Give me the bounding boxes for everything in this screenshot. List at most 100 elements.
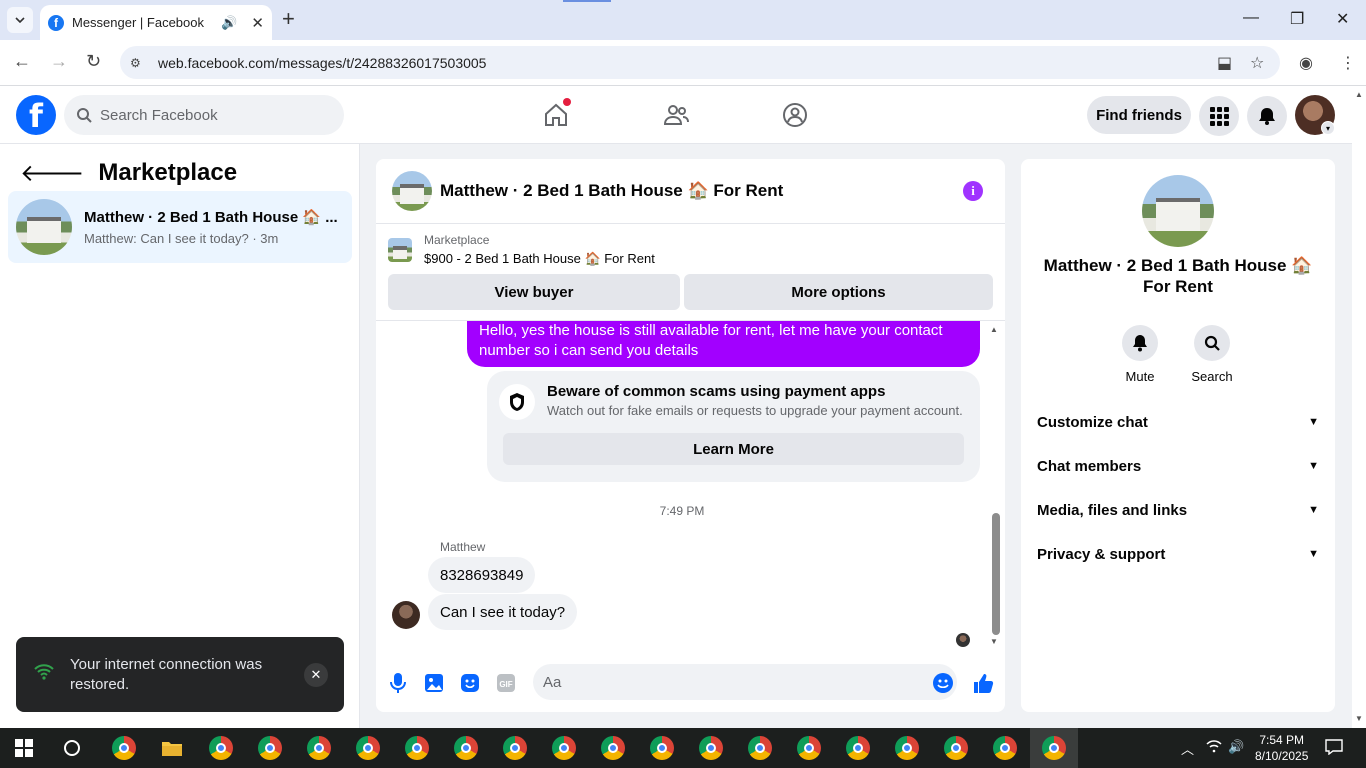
toast-message: Your internet connection was restored. — [70, 655, 263, 693]
search-in-chat-button[interactable]: Search — [1182, 325, 1242, 384]
chrome-taskbar-icon[interactable] — [941, 733, 971, 763]
minimize-button[interactable]: — — [1243, 9, 1259, 27]
close-toast-button[interactable]: ✕ — [304, 663, 328, 687]
chevron-down-icon — [15, 17, 25, 23]
sticker-icon[interactable] — [458, 671, 482, 695]
url-text[interactable]: web.facebook.com/messages/t/242883260175… — [158, 55, 486, 71]
site-settings-icon[interactable]: ⚙ — [130, 55, 146, 71]
mute-button[interactable]: Mute — [1110, 325, 1170, 384]
voice-clip-icon[interactable] — [386, 671, 410, 695]
back-arrow-icon[interactable]: 🡐 — [20, 158, 84, 188]
scroll-down-arrow-icon[interactable]: ▼ — [990, 637, 998, 646]
notifications-button[interactable] — [1247, 96, 1287, 136]
chrome-taskbar-icon[interactable] — [990, 733, 1020, 763]
chrome-taskbar-icon[interactable] — [794, 733, 824, 763]
chat-scrollbar[interactable]: ▲ ▼ — [990, 325, 1001, 649]
chrome-taskbar-icon[interactable] — [696, 733, 726, 763]
emoji-icon[interactable] — [931, 671, 955, 695]
friends-nav-button[interactable] — [661, 100, 691, 130]
tab-search-button[interactable] — [7, 7, 33, 33]
start-button[interactable] — [9, 733, 39, 763]
clock-date: 8/10/2025 — [1255, 749, 1309, 763]
show-hidden-icons-chevron-icon[interactable]: ︿ — [1181, 739, 1194, 758]
scroll-down-arrow-icon[interactable]: ▼ — [1355, 714, 1363, 723]
new-tab-button[interactable]: + — [282, 8, 295, 30]
listing-info[interactable]: Marketplace $900 - 2 Bed 1 Bath House 🏠 … — [388, 233, 655, 267]
page-scrollbar[interactable]: ▲ ▼ — [1352, 86, 1366, 728]
chrome-taskbar-icon[interactable] — [843, 733, 873, 763]
chrome-taskbar-icon[interactable] — [206, 733, 236, 763]
view-buyer-button[interactable]: View buyer — [388, 274, 680, 310]
close-window-button[interactable]: ✕ — [1336, 9, 1349, 29]
scroll-up-arrow-icon[interactable]: ▲ — [1355, 90, 1363, 99]
chrome-taskbar-icon[interactable] — [598, 733, 628, 763]
section-label: Media, files and links — [1037, 501, 1188, 519]
chrome-taskbar-icon[interactable] — [255, 733, 285, 763]
chat-house-thumbnail[interactable] — [392, 171, 432, 211]
chrome-taskbar-icon-active[interactable] — [1030, 728, 1078, 768]
system-clock[interactable]: 7:54 PM 8/10/2025 — [1255, 732, 1308, 764]
message-input-box[interactable] — [533, 664, 957, 700]
speaker-icon[interactable]: 🔊 — [221, 15, 237, 31]
groups-nav-button[interactable] — [780, 100, 810, 130]
learn-more-button[interactable]: Learn More — [503, 433, 964, 465]
menu-kebab-icon[interactable]: ⋮ — [1340, 53, 1356, 73]
info-icon[interactable]: i — [963, 181, 983, 201]
privacy-support-section[interactable]: Privacy & support ▼ — [1037, 542, 1319, 566]
forward-button[interactable]: → — [50, 51, 68, 72]
file-explorer-icon[interactable] — [157, 733, 187, 763]
omnibox[interactable]: ⚙ web.facebook.com/messages/t/2428832601… — [120, 46, 1280, 79]
bookmark-star-icon[interactable]: ☆ — [1250, 53, 1264, 73]
back-button[interactable]: ← — [13, 51, 31, 72]
wifi-icon — [34, 664, 54, 685]
tab-title: Messenger | Facebook — [72, 15, 204, 30]
browser-tab-bar: f Messenger | Facebook 🔊 ✕ + — ❐ ✕ — [0, 0, 1366, 40]
chrome-taskbar-icon[interactable] — [402, 733, 432, 763]
chat-title[interactable]: Matthew · 2 Bed 1 Bath House 🏠 For Rent — [440, 181, 783, 201]
chrome-taskbar-icon[interactable] — [304, 733, 334, 763]
listing-title: $900 - 2 Bed 1 Bath House 🏠 For Rent — [424, 251, 655, 266]
browser-tab[interactable]: f Messenger | Facebook 🔊 ✕ — [40, 5, 272, 40]
chat-members-section[interactable]: Chat members ▼ — [1037, 454, 1319, 478]
media-files-links-section[interactable]: Media, files and links ▼ — [1037, 498, 1319, 522]
restore-button[interactable]: ❐ — [1290, 9, 1304, 29]
cortana-button[interactable] — [57, 733, 87, 763]
chrome-taskbar-icon[interactable] — [745, 733, 775, 763]
more-options-button[interactable]: More options — [684, 274, 993, 310]
photo-icon[interactable] — [422, 671, 446, 695]
chrome-taskbar-icon[interactable] — [892, 733, 922, 763]
sender-avatar[interactable] — [392, 601, 420, 629]
reload-button[interactable]: ↻ — [86, 51, 101, 72]
install-app-icon[interactable]: ⬓ — [1217, 53, 1232, 73]
conversation-item[interactable]: Matthew · 2 Bed 1 Bath House 🏠 ... Matth… — [8, 191, 352, 263]
find-friends-button[interactable]: Find friends — [1087, 96, 1191, 134]
network-icon[interactable] — [1206, 739, 1222, 756]
thumbs-up-icon[interactable] — [971, 671, 995, 695]
chrome-taskbar-icon[interactable] — [451, 733, 481, 763]
facebook-logo[interactable]: f — [16, 95, 56, 135]
gif-icon[interactable]: GIF — [494, 671, 518, 695]
action-center-icon[interactable] — [1325, 739, 1343, 758]
marketplace-label: Marketplace — [424, 233, 490, 247]
close-tab-icon[interactable]: ✕ — [251, 14, 264, 32]
chrome-taskbar-icon[interactable] — [549, 733, 579, 763]
home-nav-button[interactable] — [541, 98, 571, 130]
message-input[interactable] — [543, 673, 923, 691]
facebook-favicon-icon: f — [48, 14, 64, 31]
chrome-taskbar-icon[interactable] — [109, 733, 139, 763]
chevron-down-icon: ▼ — [1308, 548, 1319, 560]
menu-button[interactable] — [1199, 96, 1239, 136]
customize-chat-section[interactable]: Customize chat ▼ — [1037, 410, 1319, 434]
chrome-taskbar-icon[interactable] — [500, 733, 530, 763]
chrome-taskbar-icon[interactable] — [647, 733, 677, 763]
chrome-taskbar-icon[interactable] — [353, 733, 383, 763]
account-chevron-icon[interactable]: ▾ — [1321, 121, 1335, 135]
profile-icon[interactable]: ◉ — [1299, 53, 1313, 73]
facebook-search[interactable] — [64, 95, 344, 135]
chevron-down-icon: ▼ — [1308, 416, 1319, 428]
scrollbar-thumb[interactable] — [992, 513, 1000, 635]
volume-icon[interactable]: 🔊 — [1228, 739, 1244, 755]
scroll-up-arrow-icon[interactable]: ▲ — [990, 325, 998, 334]
facebook-search-input[interactable] — [100, 106, 320, 124]
search-icon — [77, 108, 92, 123]
